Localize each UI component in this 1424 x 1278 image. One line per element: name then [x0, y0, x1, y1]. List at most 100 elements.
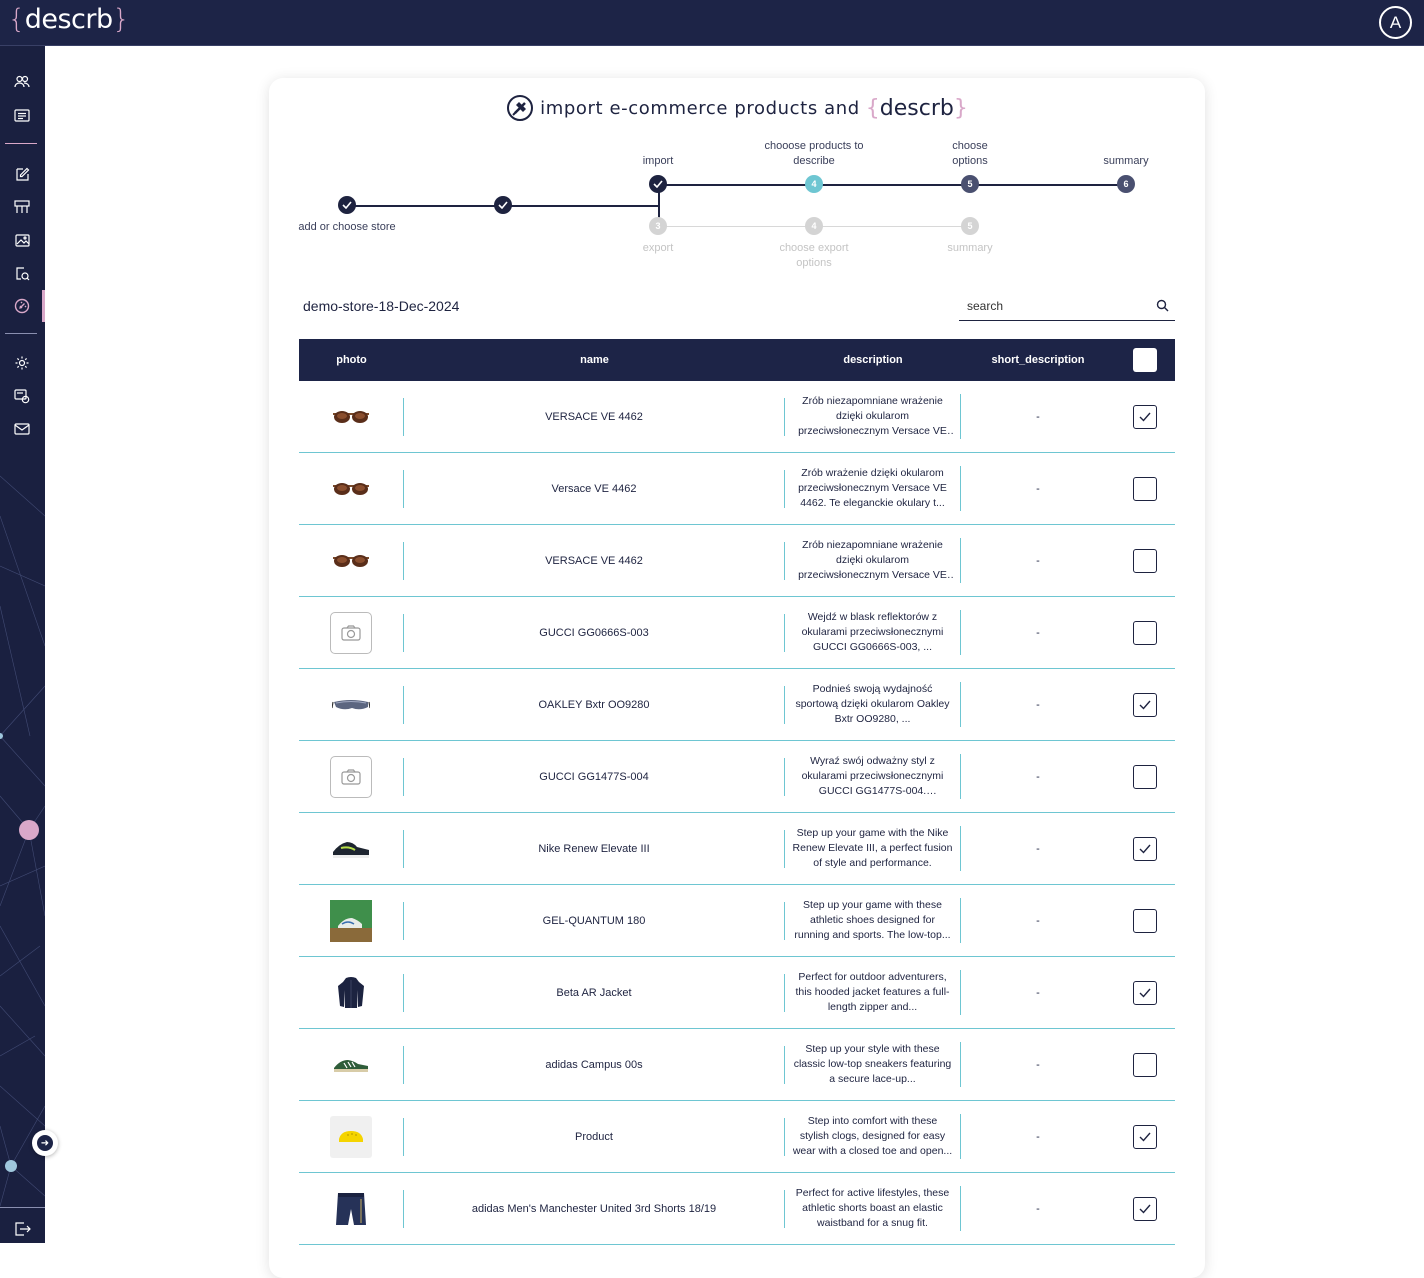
progress-stepper: 4 5 6 3 4 5 add or choose store import c…	[269, 133, 1205, 283]
step-dot-choose-options: 5	[961, 175, 979, 193]
sidebar-collapse-button[interactable]: ➜	[32, 1130, 58, 1156]
row-checkbox[interactable]	[1133, 548, 1157, 573]
name-cell: OAKLEY Bxtr OO9280	[404, 685, 785, 724]
name-cell: GUCCI GG1477S-004	[404, 757, 785, 796]
description-cell: Step up your style with these classic lo…	[785, 1042, 961, 1087]
name-cell: Nike Renew Elevate III	[404, 829, 785, 868]
mail-icon[interactable]	[12, 419, 32, 439]
search-image-icon[interactable]	[12, 263, 32, 283]
top-bar: {descrb} A	[0, 0, 1424, 46]
network-background	[0, 475, 45, 1207]
plug-icon	[507, 95, 534, 121]
description-cell: Wejdź w blask reflektorów z okularami pr…	[785, 610, 961, 655]
step-label-export: export	[642, 242, 674, 254]
description-cell: Zrób niezapomniane wrażenie dzięki okula…	[785, 394, 961, 439]
row-checkbox[interactable]	[1133, 836, 1157, 861]
product-photo	[330, 899, 372, 942]
header-description: description	[843, 354, 903, 366]
settings-icon[interactable]	[12, 353, 32, 373]
description-cell: Perfect for outdoor adventurers, this ho…	[785, 970, 961, 1015]
row-checkbox[interactable]	[1133, 764, 1157, 789]
step-label-summary: summary	[1103, 155, 1149, 167]
import-card: import e-commerce products and {descrb} …	[269, 78, 1205, 1278]
search-input[interactable]	[959, 292, 1139, 320]
row-checkbox[interactable]	[1133, 908, 1157, 933]
step-label-export-options: choose export options	[779, 242, 849, 269]
product-photo	[330, 611, 372, 654]
table-body: VERSACE VE 4462 Zrób niezapomniane wrażen…	[299, 381, 1175, 1245]
product-photo	[330, 755, 372, 798]
short-description-cell: -	[1036, 626, 1040, 639]
image-icon[interactable]	[12, 230, 32, 250]
table-row[interactable]: Versace VE 4462 Zrób wrażenie dzięki okul…	[299, 453, 1175, 525]
name-cell: GEL-QUANTUM 180	[404, 901, 785, 940]
product-photo	[330, 468, 372, 510]
name-cell: VERSACE VE 4462	[404, 541, 785, 580]
row-checkbox[interactable]	[1133, 692, 1157, 717]
select-all-checkbox[interactable]	[1133, 348, 1157, 372]
table-row[interactable]: GUCCI GG0666S-003 Wejdź w blask reflektor…	[299, 597, 1175, 669]
table-row[interactable]: GEL-QUANTUM 180 Step up your game with th…	[299, 885, 1175, 957]
users-icon[interactable]	[12, 72, 32, 92]
checkmark-icon	[1139, 1204, 1151, 1214]
header-photo: photo	[336, 354, 367, 366]
photo-cell	[299, 684, 404, 726]
table-row[interactable]: Beta AR Jacket Perfect for outdoor advent…	[299, 957, 1175, 1029]
logo[interactable]: {descrb}	[8, 4, 130, 35]
description-cell: Step up your game with the Nike Renew El…	[785, 826, 961, 871]
step-dot-choose-products: 4	[805, 175, 823, 193]
header-name: name	[580, 354, 609, 366]
row-checkbox[interactable]	[1133, 1124, 1157, 1149]
billing-icon[interactable]	[12, 386, 32, 406]
table-row[interactable]: VERSACE VE 4462 Zrób niezapomniane wrażen…	[299, 381, 1175, 453]
short-description-cell: -	[1036, 986, 1040, 999]
table-row[interactable]: adidas Men's Manchester United 3rd Short…	[299, 1173, 1175, 1245]
step-dot-2	[494, 196, 512, 214]
avatar[interactable]: A	[1379, 6, 1412, 39]
row-checkbox[interactable]	[1133, 1052, 1157, 1077]
sidebar-divider	[5, 143, 37, 144]
table-header: photo name description short_description	[299, 339, 1175, 381]
photo-cell	[299, 828, 404, 870]
table-row[interactable]: adidas Campus 00s Step up your style with…	[299, 1029, 1175, 1101]
search-icon[interactable]	[1156, 299, 1169, 317]
step-dot-add-store	[338, 196, 356, 214]
product-photo	[330, 1044, 372, 1086]
step-label-add-store: add or choose store	[298, 221, 396, 233]
table-row[interactable]: OAKLEY Bxtr OO9280 Podnieś swoją wydajnoś…	[299, 669, 1175, 741]
step-dot-export-options: 4	[805, 217, 823, 235]
photo-cell	[299, 397, 404, 436]
short-description-cell: -	[1036, 410, 1040, 423]
photo-cell	[299, 468, 404, 510]
photo-cell	[299, 755, 404, 798]
checkmark-icon	[1139, 844, 1151, 854]
product-photo	[330, 1115, 372, 1158]
table-row[interactable]: VERSACE VE 4462 Zrób niezapomniane wrażen…	[299, 525, 1175, 597]
name-cell: GUCCI GG0666S-003	[404, 613, 785, 652]
table-row[interactable]: Product Step into comfort with these styl…	[299, 1101, 1175, 1173]
logout-icon[interactable]	[12, 1219, 32, 1239]
store-icon[interactable]	[12, 197, 32, 217]
row-checkbox[interactable]	[1133, 980, 1157, 1005]
row-checkbox[interactable]	[1133, 476, 1157, 501]
store-name: demo-store-18-Dec-2024	[303, 298, 460, 314]
step-dot-export: 3	[649, 217, 667, 235]
product-photo	[330, 828, 372, 870]
step-label-choose-options: choose options	[952, 140, 988, 167]
table-row[interactable]: GUCCI GG1477S-004 Wyraź swój odważny styl…	[299, 741, 1175, 813]
product-photo	[330, 684, 372, 726]
checkmark-icon	[1139, 700, 1151, 710]
row-checkbox[interactable]	[1133, 620, 1157, 645]
sidebar-active-indicator	[42, 290, 45, 322]
list-icon[interactable]	[12, 105, 32, 125]
row-checkbox[interactable]	[1133, 404, 1157, 429]
table-row[interactable]: Nike Renew Elevate III Step up your game …	[299, 813, 1175, 885]
photo-cell	[299, 611, 404, 654]
edit-icon[interactable]	[12, 164, 32, 184]
description-cell: Wyraź swój odważny styl z okularami prze…	[785, 754, 961, 799]
step-label-import: import	[642, 155, 674, 167]
plug-icon[interactable]	[12, 296, 32, 316]
row-checkbox[interactable]	[1133, 1196, 1157, 1221]
photo-cell	[299, 1189, 404, 1228]
description-cell: Podnieś swoją wydajność sportową dzięki …	[785, 682, 961, 727]
